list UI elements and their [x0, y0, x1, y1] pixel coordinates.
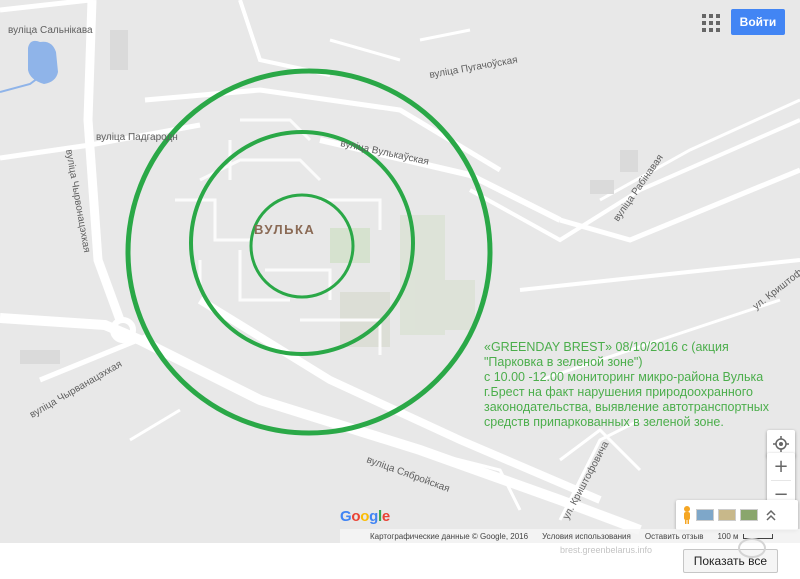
- apps-grid-icon[interactable]: [700, 12, 722, 34]
- signin-button[interactable]: Войти: [731, 9, 785, 35]
- annotation-line: средств припаркованных в зеленой зоне.: [484, 415, 724, 429]
- annotation-line: с 10.00 -12.00 мониторинг микро-района В…: [484, 370, 764, 384]
- annotation-line: "Парковка в зеленой зоне"): [484, 355, 643, 369]
- watermark-text: brest.greenbelarus.info: [560, 545, 653, 555]
- pond: [28, 40, 58, 84]
- pegman-icon[interactable]: [682, 506, 692, 524]
- annotation-text: «GREENDAY BREST» 08/10/2016 с (акция "Па…: [484, 340, 784, 430]
- scale-label: 100 м: [717, 531, 739, 541]
- feedback-link[interactable]: Оставить отзыв: [645, 532, 704, 541]
- terms-link[interactable]: Условия использования: [542, 532, 631, 541]
- green-area: [415, 280, 475, 330]
- zoom-in-button[interactable]: +: [767, 453, 795, 480]
- street-label-padgarodnaya: вуліца Падгародн: [96, 132, 178, 143]
- photo-thumb-icon[interactable]: [740, 509, 758, 521]
- zoom-control: + −: [767, 453, 795, 507]
- terrain-thumb-icon[interactable]: [718, 509, 736, 521]
- map-canvas[interactable]: ВУЛЬКА вуліца Сальнікава вуліца Пугачоўс…: [0, 0, 800, 579]
- satellite-thumb-icon[interactable]: [696, 509, 714, 521]
- bottom-bar: Показать все: [0, 543, 800, 579]
- annotation-line: законодательства, выявление автотранспор…: [484, 400, 770, 414]
- street-label-salnikava: вуліца Сальнікава: [8, 25, 93, 36]
- chevron-up-double-icon[interactable]: [762, 503, 780, 527]
- district-label: ВУЛЬКА: [254, 222, 315, 237]
- watermark-logo-icon: [738, 538, 766, 558]
- annotation-line: «GREENDAY BREST» 08/10/2016 с (акция: [484, 340, 729, 354]
- google-logo: Google: [340, 508, 390, 525]
- copyright-text: Картографические данные © Google, 2016: [370, 531, 529, 541]
- annotation-line: г.Брест на факт нарушения природоохранно…: [484, 385, 753, 399]
- imagery-tray: [676, 500, 798, 530]
- map-footer: Картографические данные © Google, 2016 У…: [340, 529, 800, 543]
